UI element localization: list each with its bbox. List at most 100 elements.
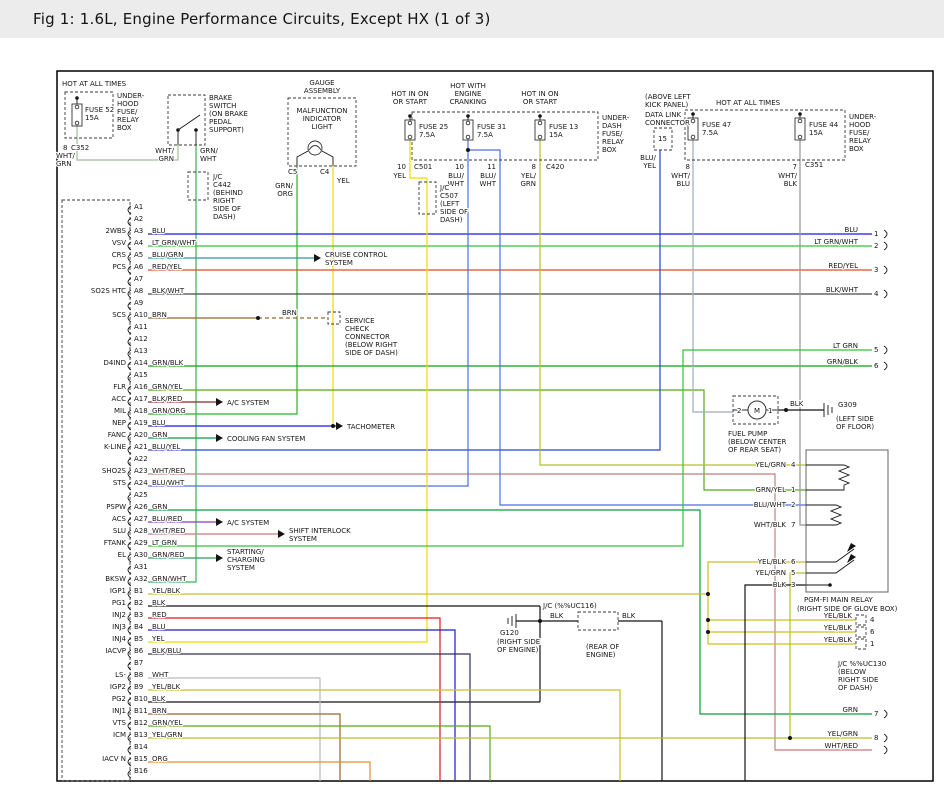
ecm-pin-number: B14	[134, 743, 148, 751]
ecm-pin-wire-color: WHT/RED	[152, 467, 186, 475]
ecm-signal-label: PSPW	[106, 503, 126, 511]
ecm-signal-label: CRS	[112, 251, 127, 259]
g120-blk-left-label: BLK	[550, 612, 564, 620]
wiring-diagram-page: Fig 1: 1.6L, Engine Performance Circuits…	[0, 0, 944, 809]
ecm-pin-number: B7	[134, 659, 143, 667]
ecm-pin-number: A17	[134, 395, 148, 403]
ecm-pin-number: A30	[134, 551, 148, 559]
ecm-pin-wire-color: BLK	[152, 695, 166, 703]
ecm-pin-wire-color: YEL	[151, 635, 165, 643]
jc130-pin-number: 1	[870, 640, 874, 648]
ecm-pin-number: A21	[134, 443, 148, 451]
bluwht2-wire-label: BLU/WHT	[480, 172, 497, 188]
ecm-pin-number: A1	[134, 203, 143, 211]
g120-blk-right-label: BLK	[622, 612, 636, 620]
exit-number: 2	[874, 242, 878, 250]
ecm-signal-label: SO2S HTC	[91, 287, 126, 295]
ecm-pin-number: A7	[134, 275, 143, 283]
hot-in-on-2-label: HOT IN ONOR START	[521, 90, 559, 106]
relay-pin-number: 5	[791, 569, 795, 577]
ecm-pin-wire-color: YEL/BLK	[151, 587, 181, 595]
ecm-pin-wire-color: BLK	[152, 599, 166, 607]
ecm-signal-label: IACV N	[102, 755, 126, 763]
ecm-pin-wire-color: RED	[152, 611, 167, 619]
relay-pin-wire-color: BLU/WHT	[754, 501, 787, 509]
fuel-pump-pin2-label: 2	[737, 407, 741, 415]
ecm-signal-label: PG2	[112, 695, 126, 703]
c4-label: C4	[320, 168, 330, 176]
ecm-pin-wire-color: GRN/YEL	[152, 719, 183, 727]
ecm-pin-number: A18	[134, 407, 148, 415]
ecm-signal-label: 2WBS	[106, 227, 127, 235]
brake-wire-right-label: GRN/WHT	[200, 147, 219, 163]
relay-pin-number: 1	[791, 486, 795, 494]
ac-system-2-label: A/C SYSTEM	[227, 519, 269, 527]
ecm-signal-label: FLR	[113, 383, 126, 391]
dlc-location-label: (ABOVE LEFTKICK PANEL)	[645, 93, 691, 109]
ecm-pin-number: B4	[134, 623, 144, 631]
jc130-wire-color: YEL/BLK	[823, 612, 853, 620]
ecm-pin-wire-color: RED/YEL	[152, 263, 182, 271]
fuse-icon-31	[463, 120, 473, 140]
motor-m-label: M	[754, 407, 760, 415]
ecm-pin-wire-color: BLK/BLU	[152, 647, 181, 655]
ecm-pin-number: B3	[134, 611, 143, 619]
ecm-signal-label: INJ4	[112, 635, 126, 643]
exit-wire-color: BLK/WHT	[826, 286, 859, 294]
ecm-pin-number: A29	[134, 539, 148, 547]
ecm-pin-number: A20	[134, 431, 148, 439]
c501-label: C501	[414, 163, 432, 171]
ecm-signal-label: MIL	[114, 407, 126, 415]
ecm-pin-wire-color: GRN/YEL	[152, 383, 183, 391]
ecm-pin-number: B15	[134, 755, 148, 763]
relay-pin-number: 2	[791, 501, 795, 509]
relay-pin-number: 4	[791, 461, 796, 469]
ecm-pin-wire-color: YEL/GRN	[151, 731, 182, 739]
ecm-pin-number: B10	[134, 695, 148, 703]
gauge-grnorg-wire-label: GRN/ORG	[275, 182, 294, 198]
relay-pin-wire-color: WHT/BLK	[754, 521, 787, 529]
exit-number: 5	[874, 346, 878, 354]
ecm-pin-wire-color: GRN	[152, 503, 168, 511]
ecm-pin-wire-color: BLU	[152, 623, 165, 631]
yelgrn-wire-label: YEL/GRN	[520, 172, 537, 188]
ecm-signal-label: FANC	[108, 431, 126, 439]
ecm-signal-label: ACS	[112, 515, 127, 523]
jc-c116-label: J/C (%%UC116)	[542, 602, 597, 610]
rear-of-engine-label: (REAR OFENGINE)	[586, 643, 619, 659]
ecm-signal-label: STS	[113, 479, 127, 487]
g309-label: G309	[838, 401, 857, 409]
exit-number: 8	[874, 734, 878, 742]
ecm-signal-label: SHO2S	[102, 467, 127, 475]
ecm-pin-number: B16	[134, 767, 148, 775]
ecm-pin-wire-color: LT GRN	[152, 539, 177, 547]
ecm-pin-number: B8	[134, 671, 143, 679]
g309-location-label: (LEFT SIDEOF FLOOR)	[836, 415, 874, 431]
pin8-label: 8	[532, 163, 536, 171]
cooling-fan-label: COOLING FAN SYSTEM	[227, 435, 305, 443]
ecm-signal-label: K-LINE	[104, 443, 126, 451]
ecm-pin-number: A4	[134, 239, 144, 247]
ecm-pin-wire-color: LT GRN/WHT	[152, 239, 197, 247]
ecm-signal-label: SCS	[112, 311, 126, 319]
jc130-pin-number: 4	[870, 616, 875, 624]
ecm-pin-wire-color: GRN/WHT	[152, 575, 187, 583]
c5-label: C5	[288, 168, 297, 176]
relay-pin-wire-color: BLK	[773, 581, 787, 589]
ecm-pin-number: A22	[134, 455, 148, 463]
ecm-pin-number: A5	[134, 251, 143, 259]
ecm-pin-wire-color: BLK/WHT	[152, 287, 185, 295]
ecm-pin-number: B5	[134, 635, 143, 643]
ecm-pin-number: A19	[134, 419, 148, 427]
exit-wire-color: GRN	[842, 706, 858, 714]
jc130-wire-color: YEL/BLK	[823, 624, 853, 632]
service-brn-label: BRN	[282, 309, 297, 317]
relay-pin-wire-color: YEL/GRN	[755, 569, 786, 577]
c352-label: C352	[71, 144, 89, 152]
g120-label: G120	[500, 629, 519, 637]
ecm-pin-wire-color: WHT	[152, 671, 169, 679]
exit-number: 4	[874, 290, 879, 298]
c352-pin-label: 8	[63, 144, 67, 152]
ecm-signal-label: INJ1	[112, 707, 126, 715]
exit-wire-color: LT GRN	[833, 342, 858, 350]
